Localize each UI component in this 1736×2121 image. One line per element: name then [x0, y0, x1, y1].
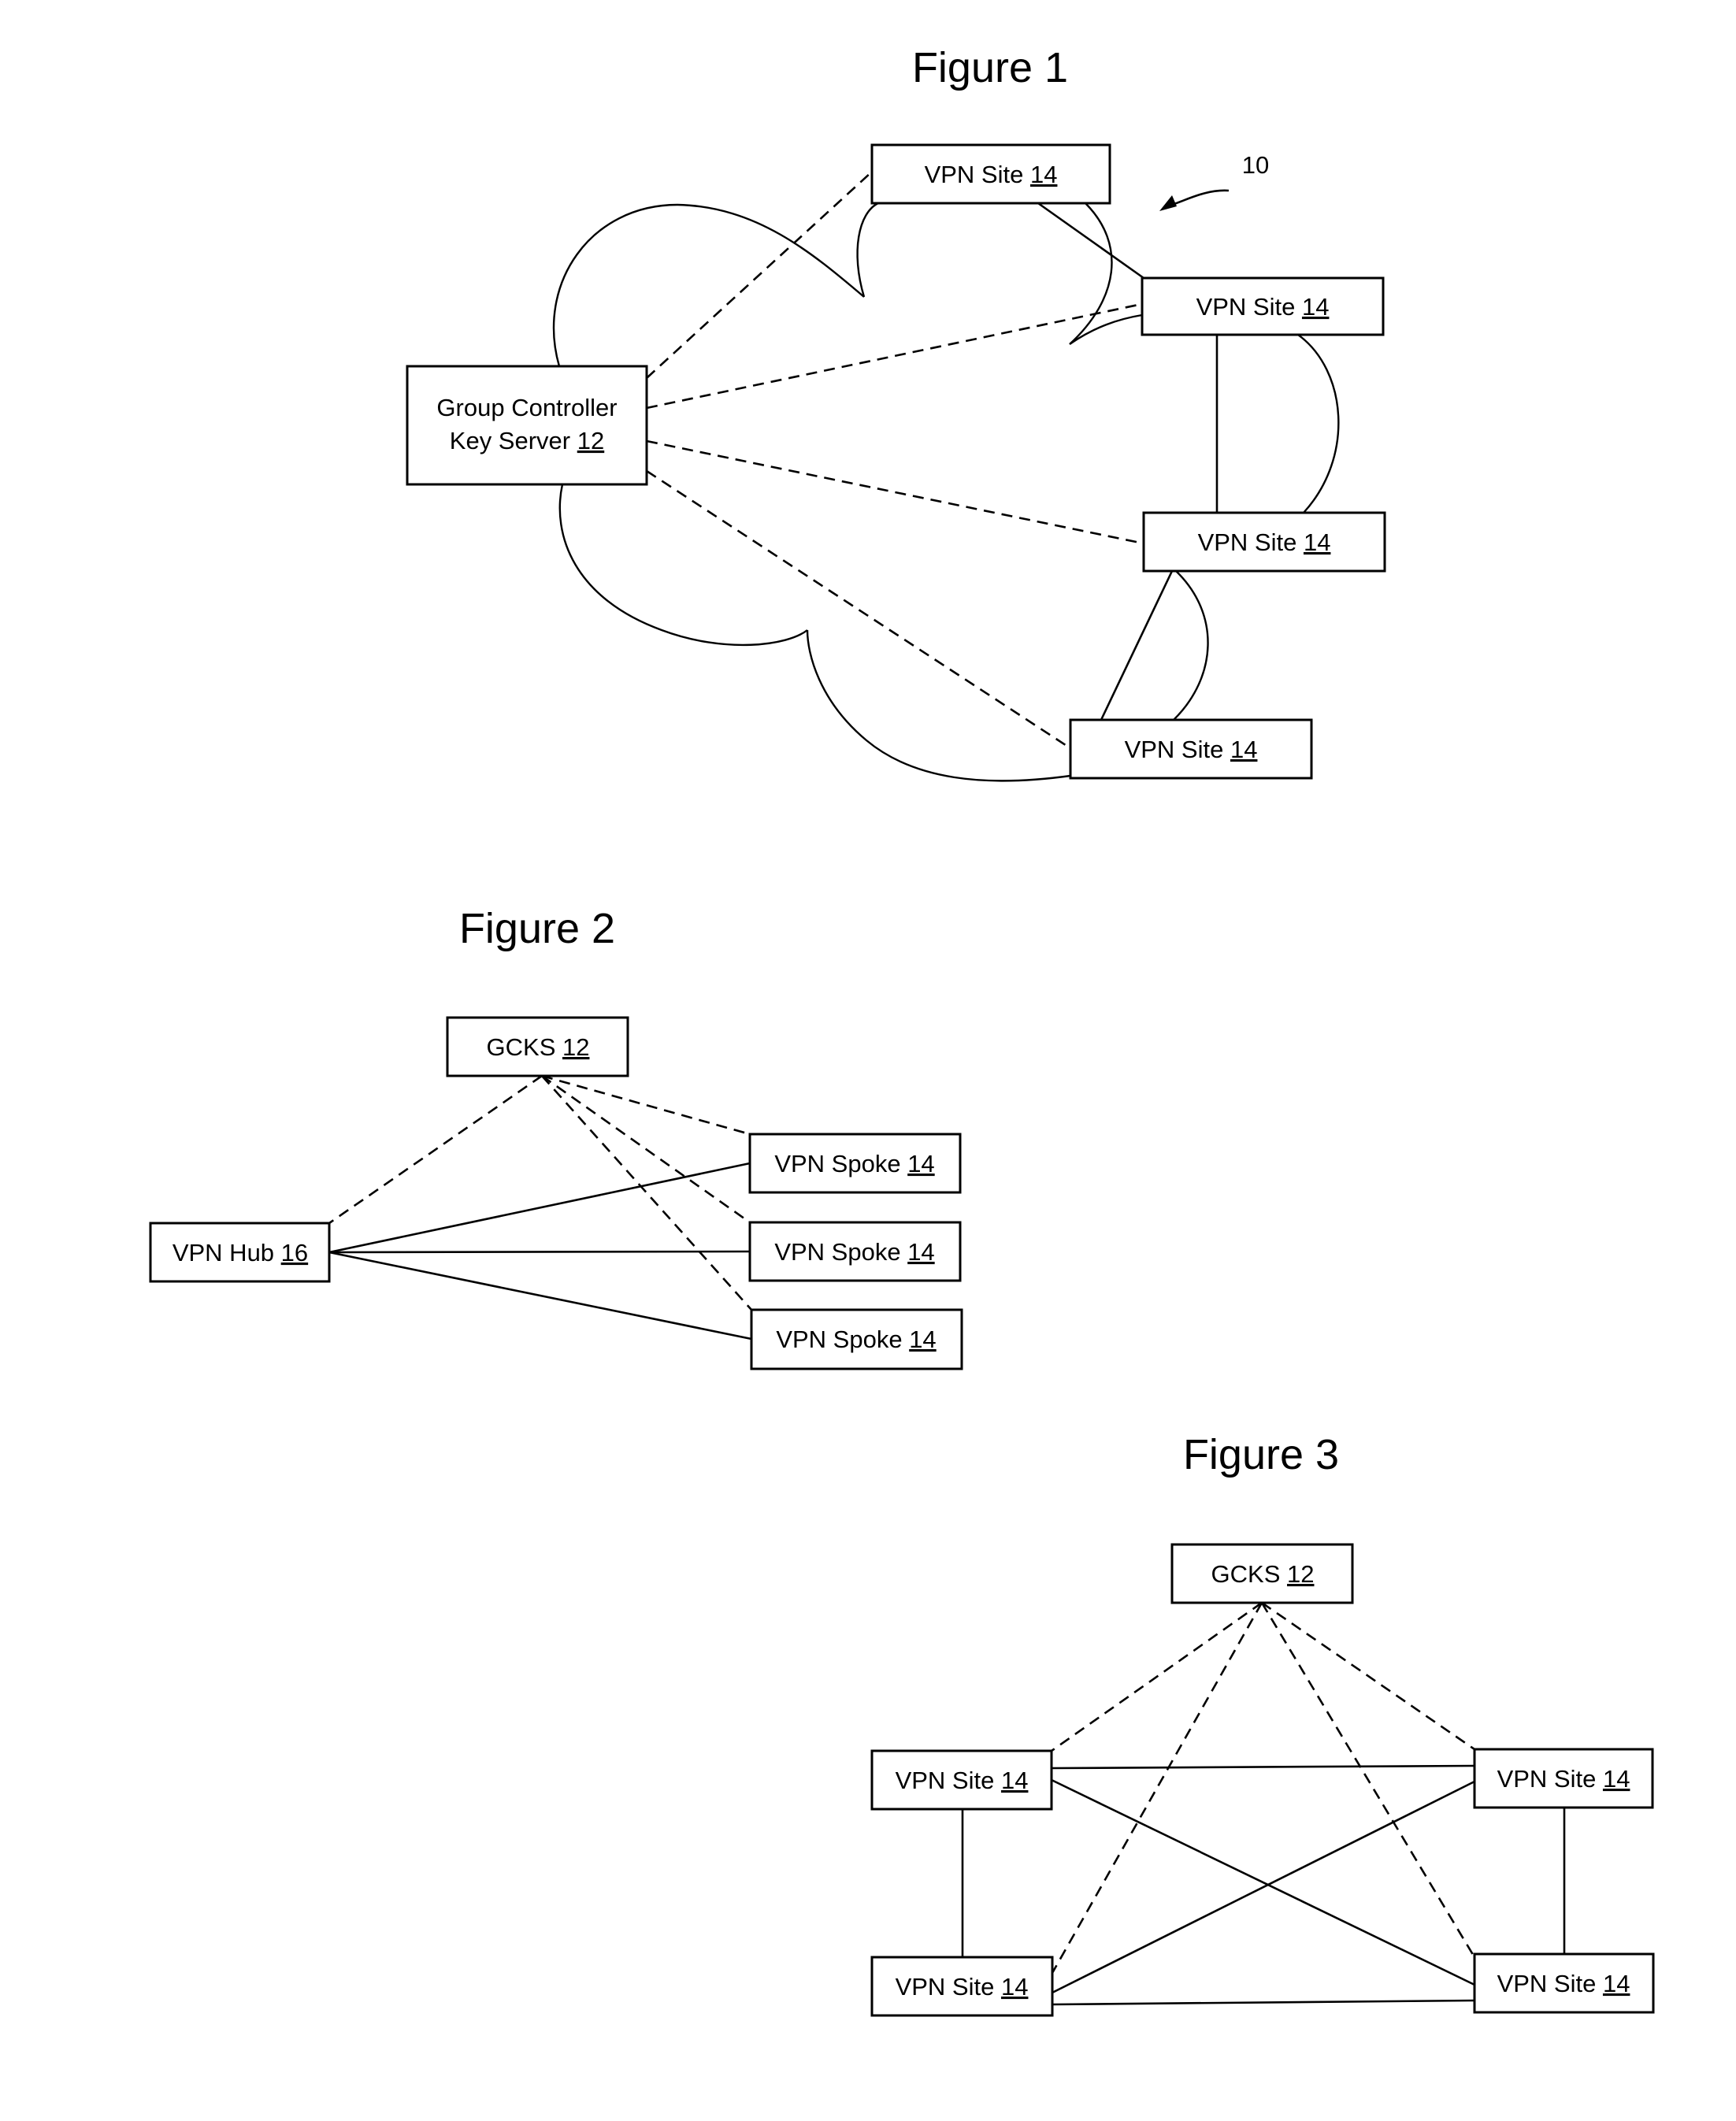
figure-3: Figure 3 GCKS 12 VPN Site 14 VPN Site 14	[870, 1431, 1655, 2017]
key-link	[1261, 1601, 1475, 1751]
vpn-site: VPN Site 14	[870, 143, 1111, 205]
figure-2-links	[328, 1074, 752, 1340]
figure-1-links	[646, 171, 1219, 750]
key-link	[646, 302, 1143, 410]
server-label-line1: Group Controller	[436, 394, 617, 421]
figure-3-title: Figure 3	[1183, 1431, 1339, 1478]
svg-text:VPN Site 14: VPN Site 14	[1196, 293, 1330, 321]
svg-text:VPN Spoke 14: VPN Spoke 14	[776, 1326, 936, 1353]
svg-text:VPN Site 14: VPN Site 14	[896, 1767, 1029, 1794]
vpn-site: VPN Site 14	[870, 1956, 1054, 2017]
svg-text:GCKS 12: GCKS 12	[487, 1033, 590, 1061]
server-label-line2: Key Server	[450, 427, 577, 454]
gcks-server: GCKS 12	[1170, 1543, 1354, 1604]
key-link	[328, 1074, 543, 1225]
site-link	[1100, 570, 1174, 721]
key-link	[1260, 1602, 1476, 1958]
figure-1-title: Figure 1	[912, 44, 1068, 91]
svg-text:VPN Site 14: VPN Site 14	[1125, 736, 1258, 763]
svg-text:VPN Spoke 14: VPN Spoke 14	[774, 1150, 934, 1177]
svg-text:GCKS 12: GCKS 12	[1211, 1560, 1315, 1588]
svg-text:VPN Site 14: VPN Site 14	[1198, 528, 1331, 556]
patent-drawing-sheet: Figure 1 10 Group Controller Key Server …	[149, 44, 1655, 2017]
key-link	[1051, 1601, 1263, 1752]
key-link	[1051, 1602, 1263, 1974]
svg-text:VPN Site 14: VPN Site 14	[925, 161, 1058, 188]
vpn-spoke: VPN Spoke 14	[750, 1308, 963, 1370]
vpn-site: VPN Site 14	[1473, 1748, 1654, 1809]
mesh-link	[1051, 1778, 1475, 1986]
figure-2: Figure 2 GCKS 12 VPN Hub 16 VPN Spoke 14…	[149, 905, 963, 1370]
svg-text:VPN Spoke 14: VPN Spoke 14	[774, 1238, 934, 1266]
vpn-spoke: VPN Spoke 14	[748, 1221, 962, 1282]
site-link	[1037, 202, 1144, 280]
figure-1: Figure 1 10 Group Controller Key Server …	[406, 44, 1386, 782]
svg-text:Key Server 12: Key Server 12	[450, 427, 604, 454]
reference-numeral-10: 10	[1242, 151, 1269, 179]
vpn-site: VPN Site 14	[1141, 276, 1385, 336]
key-link	[646, 469, 1071, 750]
group-controller-key-server: Group Controller Key Server 12	[406, 365, 648, 486]
vpn-spoke: VPN Spoke 14	[748, 1133, 962, 1194]
hub-spoke-link	[328, 1250, 751, 1254]
vpn-site: VPN Site 14	[1142, 511, 1386, 573]
figure-2-title: Figure 2	[459, 905, 615, 952]
key-link	[646, 439, 1144, 545]
hub-spoke-link	[328, 1251, 752, 1340]
key-link	[541, 1074, 751, 1136]
svg-text:VPN Site 14: VPN Site 14	[896, 1973, 1029, 2000]
vpn-site: VPN Site 14	[1069, 718, 1313, 780]
mesh-link	[1051, 1764, 1475, 1770]
mesh-link	[1052, 1999, 1475, 2006]
key-link	[541, 1075, 752, 1311]
reference-arrow-icon	[1159, 189, 1230, 211]
mesh-link	[1052, 1780, 1475, 1994]
svg-text:VPN Site 14: VPN Site 14	[1497, 1970, 1630, 1997]
vpn-site: VPN Site 14	[1473, 1952, 1655, 2014]
server-ref: 12	[577, 427, 604, 454]
vpn-site: VPN Site 14	[870, 1749, 1053, 1811]
svg-text:VPN Hub 16: VPN Hub 16	[172, 1239, 308, 1266]
vpn-hub: VPN Hub 16	[149, 1222, 331, 1283]
gcks-server: GCKS 12	[446, 1016, 629, 1077]
svg-text:VPN Site 14: VPN Site 14	[1497, 1765, 1630, 1793]
